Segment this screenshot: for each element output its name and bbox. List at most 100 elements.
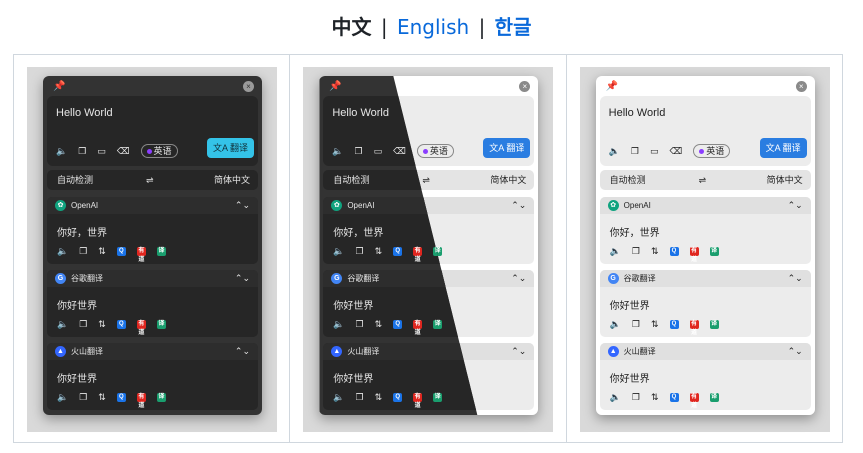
speak-icon[interactable]: 🔈 bbox=[610, 318, 621, 330]
swap-result-icon[interactable]: ⇅ bbox=[375, 391, 383, 403]
source-text[interactable]: Hello World bbox=[332, 107, 389, 119]
dictionary-service-icon[interactable]: 译 bbox=[156, 319, 166, 329]
collapse-chevron-icon[interactable]: ⌃⌄ bbox=[511, 270, 526, 287]
clear-icon[interactable]: ⌫ bbox=[117, 145, 130, 157]
speak-icon[interactable]: 🔈 bbox=[610, 391, 621, 403]
dictionary-service-icon[interactable]: 译 bbox=[156, 392, 166, 402]
youdao-service-icon[interactable]: 有道 bbox=[413, 392, 423, 409]
source-language-select[interactable]: 自动检测 bbox=[57, 170, 93, 190]
source-text[interactable]: Hello World bbox=[56, 107, 113, 119]
source-text[interactable]: Hello World bbox=[609, 107, 666, 119]
swap-languages-icon[interactable]: ⇌ bbox=[699, 170, 707, 190]
search-service-icon[interactable]: Q bbox=[116, 246, 126, 256]
collapse-chevron-icon[interactable]: ⌃⌄ bbox=[235, 197, 250, 214]
copy-icon[interactable]: ❐ bbox=[356, 391, 364, 403]
swap-result-icon[interactable]: ⇅ bbox=[98, 391, 106, 403]
source-input-area[interactable]: Hello World 🔈 ❐ ▭ ⌫ 英语 文A 翻译 bbox=[599, 96, 811, 166]
speak-icon[interactable]: 🔈 bbox=[333, 318, 344, 330]
dictionary-service-icon[interactable]: 译 bbox=[433, 392, 443, 402]
search-service-icon[interactable]: Q bbox=[393, 392, 403, 402]
collapse-chevron-icon[interactable]: ⌃⌄ bbox=[511, 343, 526, 360]
dictionary-service-icon[interactable]: 译 bbox=[433, 319, 443, 329]
swap-result-icon[interactable]: ⇅ bbox=[651, 391, 659, 403]
target-language-select[interactable]: 简体中文 bbox=[214, 170, 250, 190]
speak-icon[interactable]: 🔈 bbox=[57, 245, 68, 257]
swap-result-icon[interactable]: ⇅ bbox=[651, 245, 659, 257]
search-service-icon[interactable]: Q bbox=[669, 319, 679, 329]
search-service-icon[interactable]: Q bbox=[393, 246, 403, 256]
collapse-chevron-icon[interactable]: ⌃⌄ bbox=[235, 270, 250, 287]
youdao-service-icon[interactable]: 有道 bbox=[689, 246, 699, 263]
delete-newline-icon[interactable]: ▭ bbox=[650, 145, 659, 157]
collapse-chevron-icon[interactable]: ⌃⌄ bbox=[511, 197, 526, 214]
search-service-icon[interactable]: Q bbox=[669, 246, 679, 256]
translate-button[interactable]: 文A 翻译 bbox=[483, 138, 531, 158]
copy-icon[interactable]: ❐ bbox=[356, 245, 364, 257]
collapse-chevron-icon[interactable]: ⌃⌄ bbox=[788, 197, 803, 214]
clear-icon[interactable]: ⌫ bbox=[393, 145, 406, 157]
source-input-area[interactable]: Hello World 🔈 ❐ ▭ ⌫ 英语 文A 翻译 bbox=[47, 96, 258, 166]
copy-icon[interactable]: ❐ bbox=[355, 145, 363, 157]
copy-icon[interactable]: ❐ bbox=[79, 391, 87, 403]
swap-result-icon[interactable]: ⇅ bbox=[375, 318, 383, 330]
youdao-service-icon[interactable]: 有道 bbox=[413, 319, 423, 336]
youdao-service-icon[interactable]: 有道 bbox=[136, 319, 146, 336]
service-card-header[interactable]: ▲ 火山翻译 ⌃⌄ bbox=[599, 343, 811, 360]
pin-icon[interactable]: 📌 bbox=[606, 81, 618, 92]
copy-icon[interactable]: ❐ bbox=[632, 245, 640, 257]
service-card-header[interactable]: ✿ OpenAI ⌃⌄ bbox=[599, 197, 811, 214]
swap-languages-icon[interactable]: ⇌ bbox=[422, 170, 430, 190]
search-service-icon[interactable]: Q bbox=[393, 319, 403, 329]
service-card-header[interactable]: G 谷歌翻译 ⌃⌄ bbox=[47, 270, 258, 287]
speak-icon[interactable]: 🔈 bbox=[333, 391, 344, 403]
speak-icon[interactable]: 🔈 bbox=[610, 245, 621, 257]
pin-icon[interactable]: 📌 bbox=[53, 81, 65, 92]
copy-icon[interactable]: ❐ bbox=[356, 318, 364, 330]
collapse-chevron-icon[interactable]: ⌃⌄ bbox=[788, 270, 803, 287]
copy-icon[interactable]: ❐ bbox=[78, 145, 86, 157]
service-card-header[interactable]: G 谷歌翻译 ⌃⌄ bbox=[599, 270, 811, 287]
dictionary-service-icon[interactable]: 译 bbox=[709, 319, 719, 329]
service-card-header[interactable]: ▲ 火山翻译 ⌃⌄ bbox=[47, 343, 258, 360]
search-service-icon[interactable]: Q bbox=[669, 392, 679, 402]
lang-korean-link[interactable]: 한글 bbox=[495, 15, 532, 39]
search-service-icon[interactable]: Q bbox=[116, 319, 126, 329]
speak-icon[interactable]: 🔈 bbox=[333, 245, 344, 257]
translate-button[interactable]: 文A 翻译 bbox=[759, 138, 807, 158]
swap-languages-icon[interactable]: ⇌ bbox=[146, 170, 154, 190]
pin-icon[interactable]: 📌 bbox=[329, 81, 341, 92]
copy-icon[interactable]: ❐ bbox=[79, 318, 87, 330]
close-icon[interactable]: × bbox=[243, 81, 254, 92]
speak-icon[interactable]: 🔈 bbox=[57, 318, 68, 330]
collapse-chevron-icon[interactable]: ⌃⌄ bbox=[235, 343, 250, 360]
youdao-service-icon[interactable]: 有道 bbox=[689, 319, 699, 336]
swap-result-icon[interactable]: ⇅ bbox=[651, 318, 659, 330]
dictionary-service-icon[interactable]: 译 bbox=[709, 246, 719, 256]
target-language-select[interactable]: 简体中文 bbox=[490, 170, 526, 190]
swap-result-icon[interactable]: ⇅ bbox=[98, 245, 106, 257]
youdao-service-icon[interactable]: 有道 bbox=[136, 246, 146, 263]
copy-icon[interactable]: ❐ bbox=[632, 318, 640, 330]
speak-icon[interactable]: 🔈 bbox=[57, 391, 68, 403]
copy-icon[interactable]: ❐ bbox=[79, 245, 87, 257]
copy-icon[interactable]: ❐ bbox=[631, 145, 639, 157]
service-card-header[interactable]: ✿ OpenAI ⌃⌄ bbox=[47, 197, 258, 214]
clear-icon[interactable]: ⌫ bbox=[669, 145, 682, 157]
youdao-service-icon[interactable]: 有道 bbox=[136, 392, 146, 409]
close-icon[interactable]: × bbox=[519, 81, 531, 92]
target-language-select[interactable]: 简体中文 bbox=[767, 170, 803, 190]
swap-result-icon[interactable]: ⇅ bbox=[375, 245, 383, 257]
search-service-icon[interactable]: Q bbox=[116, 392, 126, 402]
youdao-service-icon[interactable]: 有道 bbox=[689, 392, 699, 409]
source-language-select[interactable]: 自动检测 bbox=[610, 170, 646, 190]
dictionary-service-icon[interactable]: 译 bbox=[709, 392, 719, 402]
copy-icon[interactable]: ❐ bbox=[632, 391, 640, 403]
lang-english-link[interactable]: English bbox=[397, 15, 469, 39]
speak-icon[interactable]: 🔈 bbox=[609, 145, 620, 157]
delete-newline-icon[interactable]: ▭ bbox=[374, 145, 383, 157]
swap-result-icon[interactable]: ⇅ bbox=[98, 318, 106, 330]
speak-icon[interactable]: 🔈 bbox=[56, 145, 67, 157]
youdao-service-icon[interactable]: 有道 bbox=[413, 246, 423, 263]
collapse-chevron-icon[interactable]: ⌃⌄ bbox=[788, 343, 803, 360]
close-icon[interactable]: × bbox=[795, 81, 807, 92]
